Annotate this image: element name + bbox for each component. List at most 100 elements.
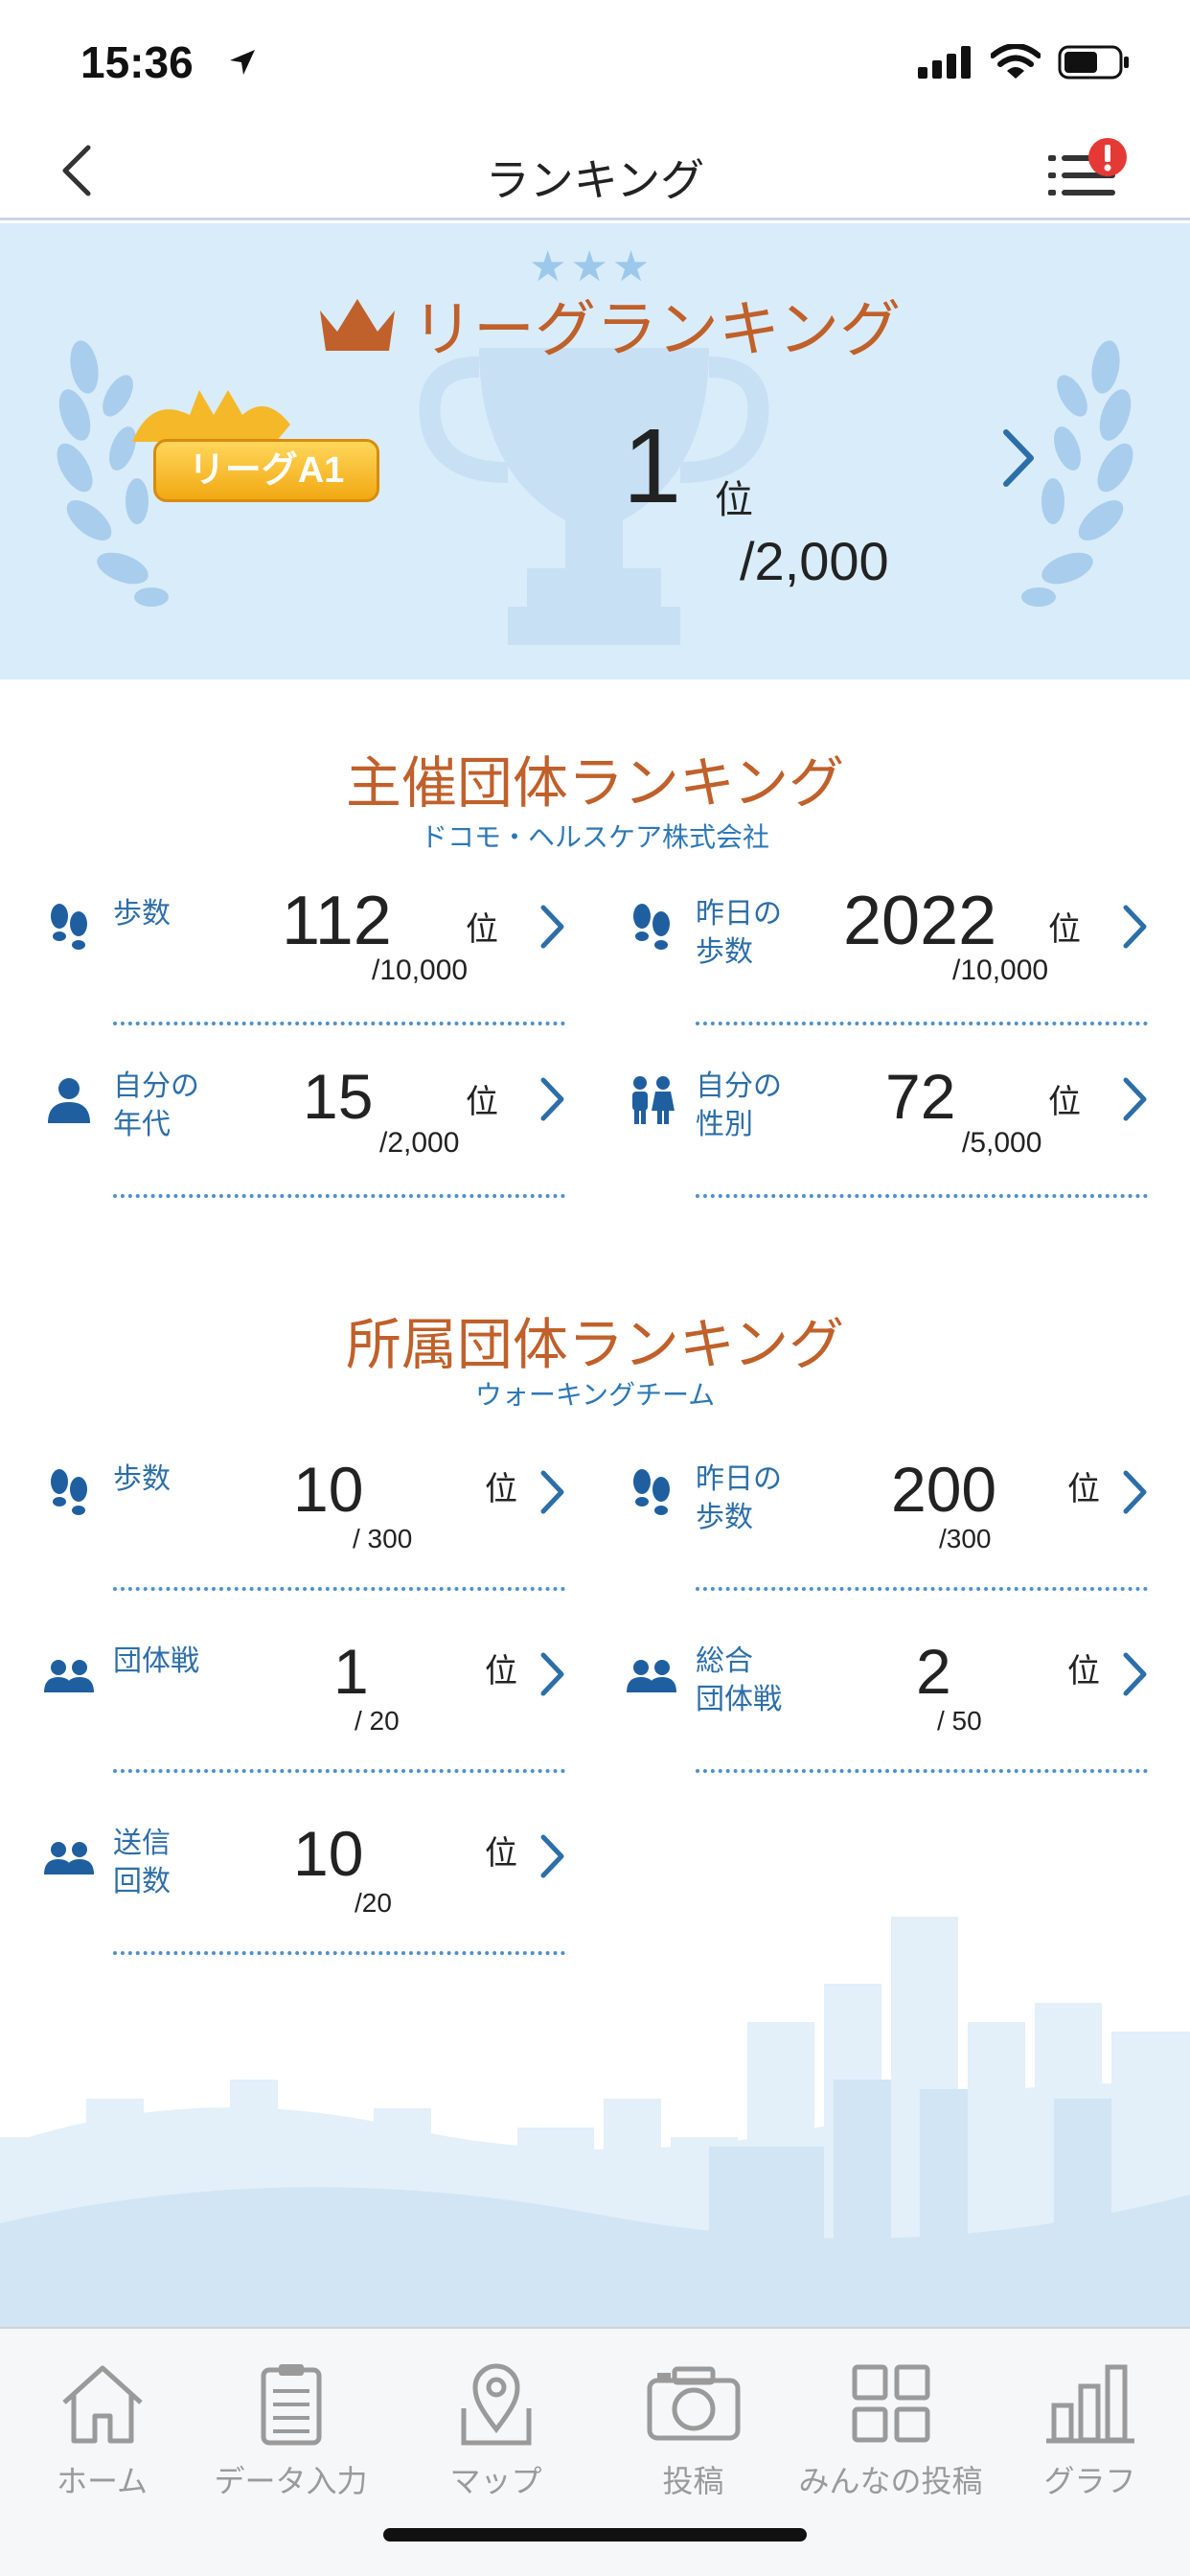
- location-arrow-icon: [230, 50, 255, 75]
- tab-graph[interactable]: グラフ: [991, 2356, 1189, 2501]
- ranking-denominator: /2,000: [379, 1127, 460, 1159]
- ranking-unit: 位: [1048, 1083, 1081, 1121]
- sponsor-ranking-gender[interactable]: 自分の 性別 72 位 /5,000: [627, 1054, 1163, 1198]
- tab-label: グラフ: [1043, 2463, 1136, 2499]
- ranking-unit: 位: [485, 1470, 517, 1508]
- ranking-label: 昨日の 歩数: [696, 1462, 782, 1534]
- league-title: リーグランキング: [316, 281, 901, 369]
- ranking-denominator: /10,000: [372, 954, 469, 986]
- tab-home[interactable]: ホーム: [3, 2356, 201, 2501]
- league-total: /2,000: [740, 531, 889, 591]
- group-ranking-team-battle[interactable]: 団体戦 1 位 / 20: [44, 1629, 581, 1773]
- sponsor-ranking-age-group[interactable]: 自分の 年代 15 位 /2,000: [44, 1054, 581, 1198]
- sponsor-section-title: 主催団体ランキング: [345, 750, 845, 816]
- battery-icon: [1058, 45, 1129, 80]
- sponsor-section-subtitle: ドコモ・ヘルスケア株式会社: [420, 821, 769, 853]
- ranking-unit: 位: [466, 910, 498, 949]
- chevron-right-icon[interactable]: [538, 1832, 567, 1880]
- gender-icon: [632, 1076, 675, 1124]
- tab-label: みんなの投稿: [798, 2463, 983, 2499]
- league-ranking-banner[interactable]: ★★★ リーグランキング リーグA1 1 位 /2,000: [0, 223, 1190, 679]
- chevron-right-icon[interactable]: [1121, 903, 1150, 951]
- crown-icon: [320, 299, 395, 351]
- ranking-value: 2022: [843, 883, 997, 959]
- camera-icon: [647, 2366, 740, 2441]
- page-title: ランキング: [485, 154, 705, 206]
- ranking-label: 団体戦: [113, 1644, 199, 1678]
- chevron-right-icon[interactable]: [1121, 1650, 1150, 1698]
- ranking-value: 112: [282, 883, 392, 959]
- divider: [696, 1769, 1148, 1773]
- footprints-icon: [51, 904, 87, 950]
- group-icon: [44, 1842, 94, 1874]
- tab-post[interactable]: 投稿: [594, 2356, 792, 2501]
- chevron-right-icon[interactable]: [538, 903, 567, 951]
- ranking-label: 送信 回数: [113, 1827, 171, 1898]
- chevron-right-icon[interactable]: [538, 1075, 567, 1123]
- signal-icon: [918, 46, 971, 79]
- ranking-denominator: / 300: [353, 1524, 413, 1553]
- league-rank-unit: 位: [715, 478, 753, 522]
- tab-label: 投稿: [662, 2463, 724, 2499]
- league-badge: リーグA1: [153, 439, 379, 502]
- league-rank: 1: [623, 407, 682, 525]
- divider: [113, 1951, 565, 1955]
- sponsor-ranking-steps[interactable]: 歩数 112 位 /10,000: [44, 882, 581, 1025]
- ranking-unit: 位: [466, 1083, 498, 1121]
- ranking-denominator: / 50: [937, 1706, 982, 1736]
- group-ranking-overall-team-battle[interactable]: 総合 団体戦 2 位 / 50: [627, 1629, 1163, 1773]
- ranking-unit: 位: [485, 1652, 517, 1690]
- tab-label: ホーム: [56, 2463, 149, 2499]
- home-icon: [61, 2365, 143, 2444]
- ranking-value: 72: [885, 1061, 956, 1132]
- league-title-text: リーグランキング: [412, 295, 902, 366]
- ranking-label: 昨日の 歩数: [696, 897, 782, 969]
- group-ranking-steps[interactable]: 歩数 10 位 / 300: [44, 1447, 581, 1591]
- ranking-unit: 位: [1048, 910, 1081, 949]
- divider: [113, 1587, 565, 1591]
- ranking-label: 歩数: [113, 897, 171, 931]
- ranking-denominator: /20: [355, 1888, 392, 1918]
- bar-chart-icon: [1045, 2364, 1134, 2444]
- ranking-label: 自分の 性別: [696, 1070, 782, 1141]
- ranking-label: 自分の 年代: [113, 1070, 199, 1141]
- chevron-right-icon[interactable]: [1000, 426, 1039, 490]
- chevron-right-icon[interactable]: [538, 1468, 567, 1516]
- navigation-bar: ランキング: [0, 125, 1190, 220]
- divider: [113, 1194, 565, 1198]
- group-ranking-yesterday-steps[interactable]: 昨日の 歩数 200 位 /300: [627, 1447, 1163, 1591]
- grid-icon: [852, 2364, 929, 2443]
- ranking-value: 1: [333, 1636, 369, 1707]
- tab-everyone-posts[interactable]: みんなの投稿: [791, 2356, 990, 2501]
- ranking-denominator: / 20: [355, 1706, 400, 1736]
- chevron-right-icon[interactable]: [538, 1650, 567, 1698]
- footprints-icon: [633, 1469, 670, 1515]
- tab-map[interactable]: マップ: [397, 2356, 595, 2501]
- tab-label: マップ: [449, 2463, 542, 2499]
- city-skyline-illustration: [0, 1917, 1190, 2329]
- clipboard-icon: [261, 2364, 321, 2446]
- divider: [696, 1587, 1148, 1591]
- menu-button[interactable]: [1044, 136, 1131, 213]
- tab-label: データ入力: [214, 2463, 368, 2499]
- chevron-right-icon[interactable]: [1121, 1468, 1150, 1516]
- divider: [113, 1022, 565, 1025]
- ranking-label: 総合 団体戦: [696, 1644, 782, 1716]
- tab-data-input[interactable]: データ入力: [192, 2356, 390, 2501]
- ranking-unit: 位: [1067, 1652, 1100, 1690]
- group-ranking-send-count[interactable]: 送信 回数 10 位 /20: [44, 1811, 581, 1955]
- chevron-right-icon[interactable]: [1121, 1075, 1150, 1123]
- home-indicator: [383, 2528, 807, 2542]
- ranking-denominator: /300: [939, 1524, 992, 1553]
- ranking-label: 歩数: [113, 1462, 171, 1496]
- sponsor-ranking-yesterday-steps[interactable]: 昨日の 歩数 2022 位 /10,000: [627, 882, 1163, 1025]
- ranking-unit: 位: [1067, 1470, 1100, 1508]
- ranking-denominator: /5,000: [962, 1127, 1042, 1159]
- group-section-title: 所属団体ランキング: [345, 1312, 845, 1377]
- ranking-value: 2: [916, 1636, 951, 1707]
- group-icon: [44, 1660, 94, 1692]
- ranking-value: 15: [303, 1061, 374, 1132]
- winged-crown-icon: [132, 390, 290, 442]
- map-icon: [461, 2363, 531, 2446]
- person-icon: [48, 1078, 90, 1123]
